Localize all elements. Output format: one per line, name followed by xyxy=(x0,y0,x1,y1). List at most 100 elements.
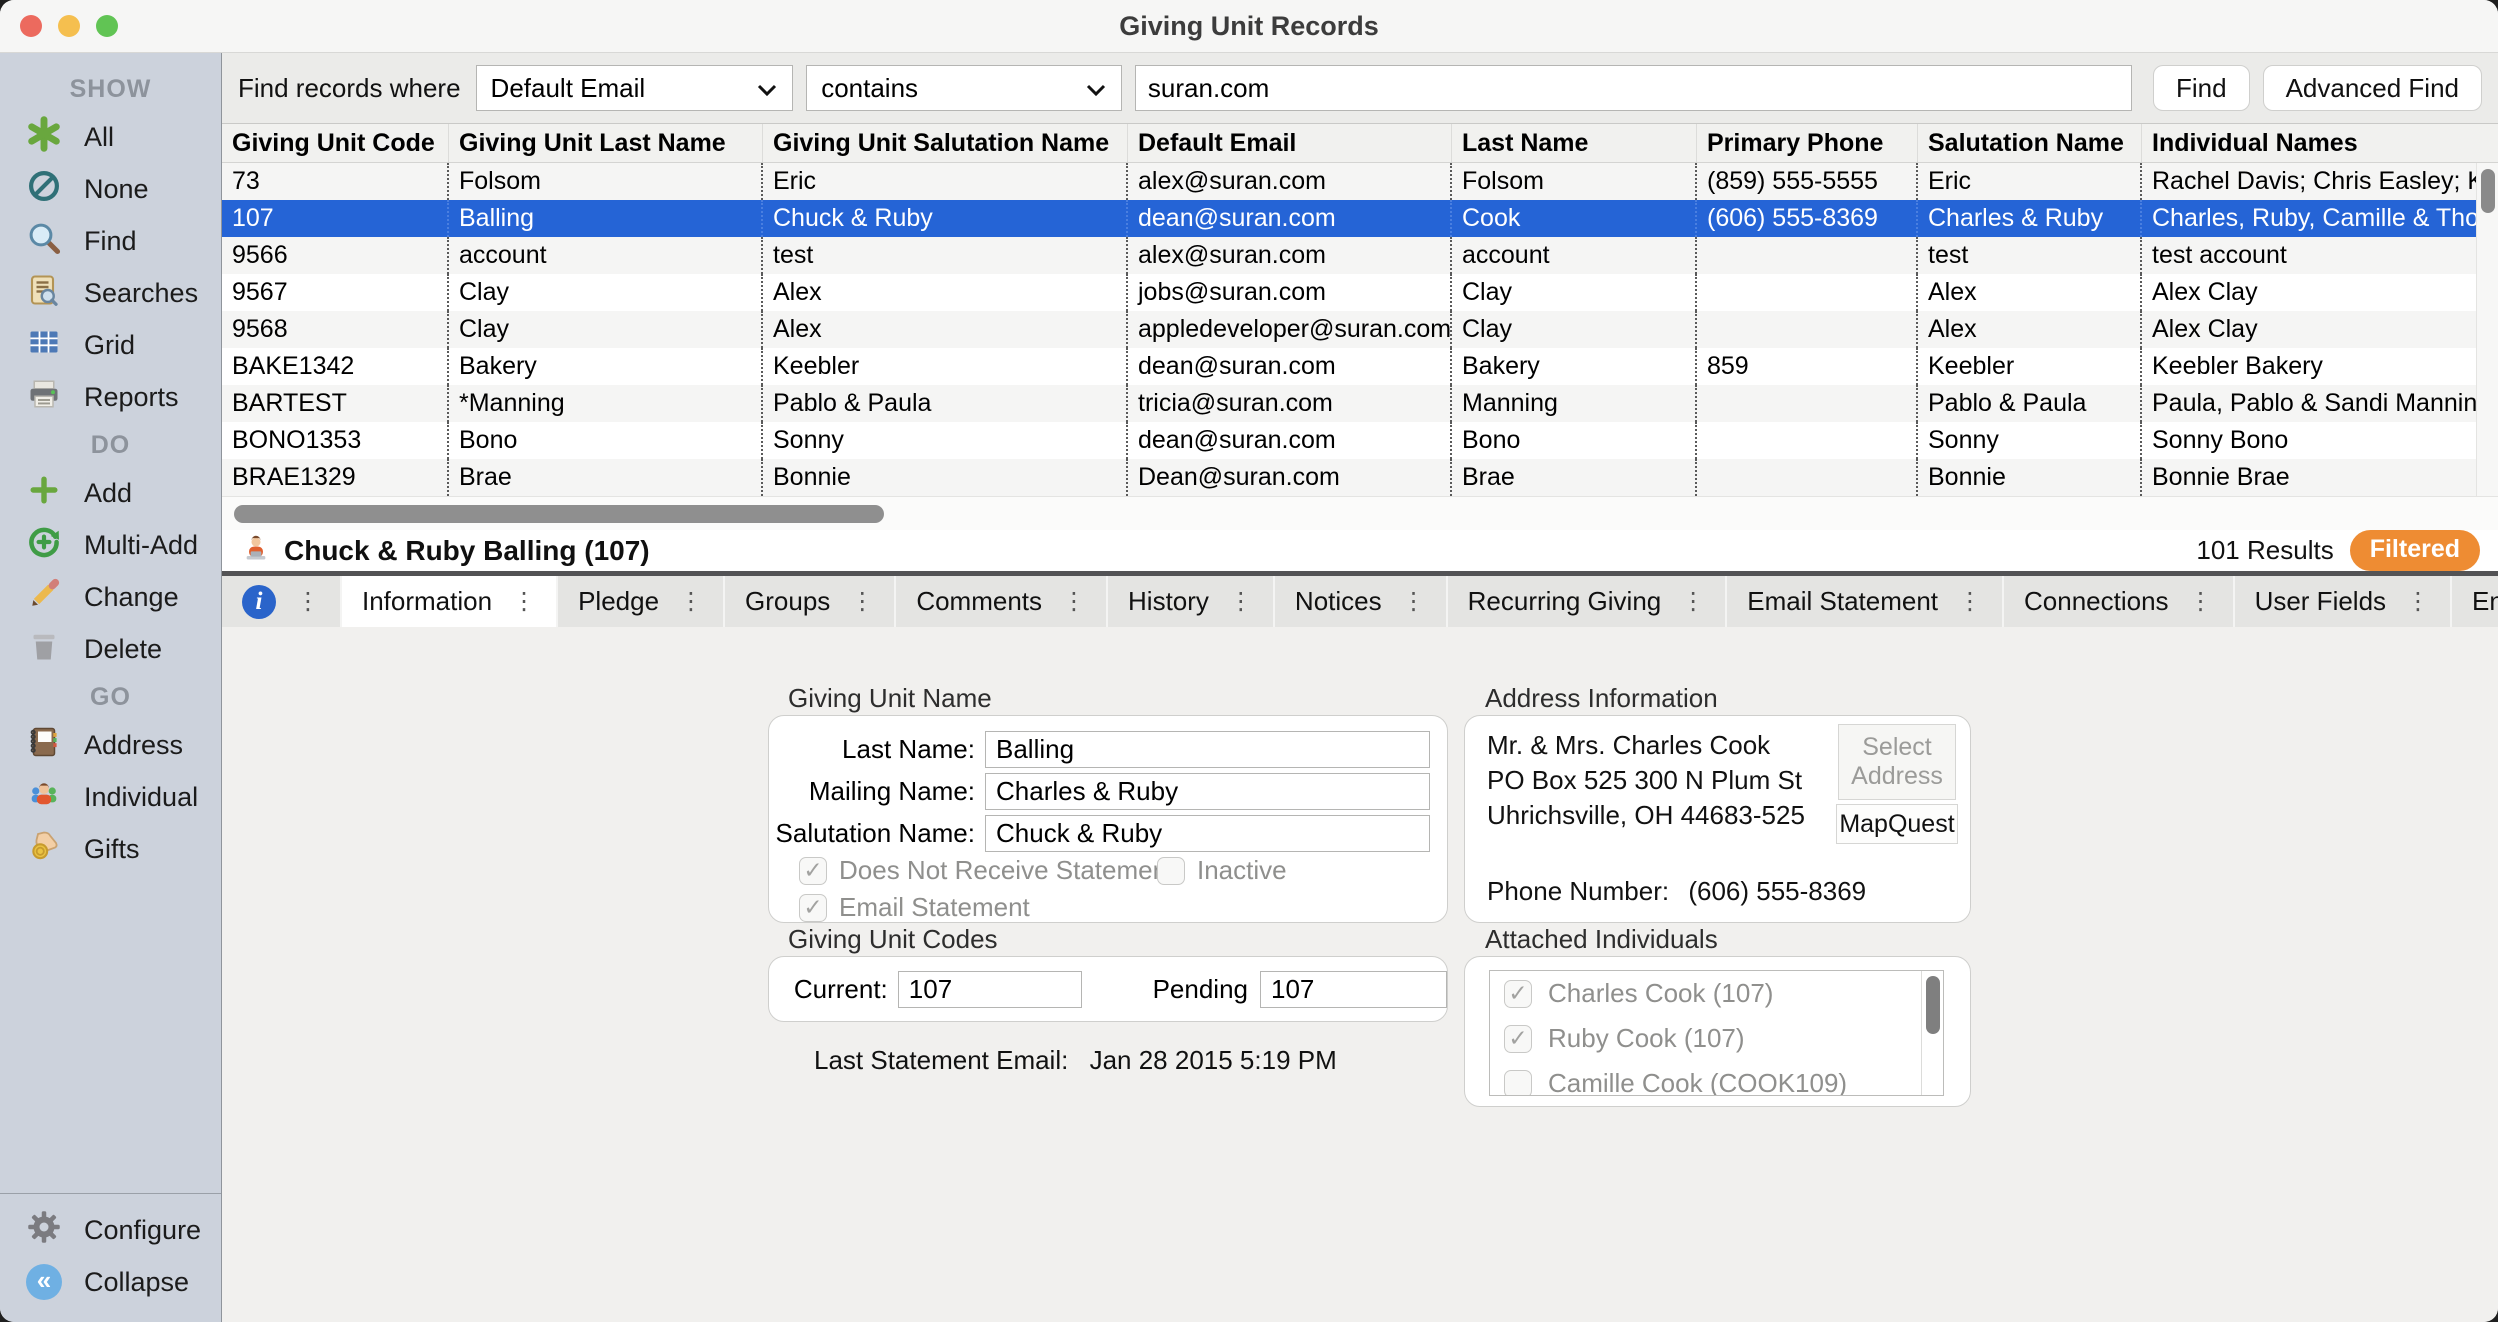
table-row[interactable]: 9568ClayAlexappledeveloper@suran.comClay… xyxy=(222,311,2498,348)
mapquest-button[interactable]: MapQuest xyxy=(1836,804,1958,844)
column-header[interactable]: Individual Names xyxy=(2142,124,2498,162)
list-item[interactable]: Camille Cook (COOK109) xyxy=(1490,1061,1943,1096)
tab-history[interactable]: History⋮ xyxy=(1108,576,1275,627)
table-row[interactable]: BARTEST*ManningPablo & Paulatricia@suran… xyxy=(222,385,2498,422)
sidebar-item-delete[interactable]: Delete xyxy=(0,623,221,675)
results-count: 101 Results xyxy=(2196,535,2333,566)
zoom-button[interactable] xyxy=(96,15,118,37)
table-row[interactable]: 9567ClayAlexjobs@suran.comClayAlexAlex C… xyxy=(222,274,2498,311)
column-header[interactable]: Giving Unit Salutation Name xyxy=(763,124,1128,162)
column-header[interactable]: Last Name xyxy=(1452,124,1697,162)
tab-user-fields[interactable]: User Fields⋮ xyxy=(2235,576,2452,627)
tab-menu-icon[interactable]: ⋮ xyxy=(679,587,703,616)
table-cell xyxy=(1697,459,1918,496)
table-cell: Pablo & Paula xyxy=(763,385,1128,422)
last-name-field[interactable] xyxy=(985,731,1430,768)
table-cell: Charles & Ruby xyxy=(1918,200,2142,237)
tab-menu-icon[interactable]: ⋮ xyxy=(1958,587,1982,616)
tab-menu-icon[interactable]: ⋮ xyxy=(2406,587,2430,616)
tab-pledge[interactable]: Pledge⋮ xyxy=(558,576,725,627)
column-header[interactable]: Primary Phone xyxy=(1697,124,1918,162)
sidebar-section-go: GO xyxy=(0,675,221,719)
table-cell: appledeveloper@suran.com xyxy=(1128,311,1452,348)
salutation-name-field[interactable] xyxy=(985,815,1430,852)
sidebar-item-add[interactable]: Add xyxy=(0,467,221,519)
search-input[interactable] xyxy=(1135,65,2132,111)
tab-groups[interactable]: Groups⋮ xyxy=(725,576,896,627)
table-row[interactable]: 73FolsomEricalex@suran.comFolsom(859) 55… xyxy=(222,163,2498,200)
tab-menu-icon[interactable]: ⋮ xyxy=(512,587,536,616)
find-toolbar: Find records where Default Email contain… xyxy=(222,53,2498,124)
tab-menu-icon[interactable]: ⋮ xyxy=(1229,587,1253,616)
tab-information[interactable]: Information⋮ xyxy=(342,576,558,627)
table-row-selected[interactable]: 107BallingChuck & Rubydean@suran.comCook… xyxy=(222,200,2498,237)
list-scrollbar-thumb[interactable] xyxy=(1926,976,1940,1034)
horizontal-scrollbar-thumb[interactable] xyxy=(234,505,884,523)
list-item[interactable]: ✓ Charles Cook (107) xyxy=(1490,971,1943,1016)
filtered-badge[interactable]: Filtered xyxy=(2350,530,2480,571)
table-row[interactable]: BONO1353BonoSonnydean@suran.comBonoSonny… xyxy=(222,422,2498,459)
tab-menu-icon[interactable]: ⋮ xyxy=(1402,587,1426,616)
column-header[interactable]: Giving Unit Last Name xyxy=(449,124,763,162)
tab-connections[interactable]: Connections⋮ xyxy=(2004,576,2235,627)
tab-email-statement[interactable]: Email Statement⋮ xyxy=(1727,576,2004,627)
sidebar-item-find[interactable]: Find xyxy=(0,215,221,267)
column-header[interactable]: Salutation Name xyxy=(1918,124,2142,162)
close-button[interactable] xyxy=(20,15,42,37)
table-cell: Folsom xyxy=(449,163,763,200)
sidebar-item-grid[interactable]: Grid xyxy=(0,319,221,371)
tab-info[interactable]: i⋮ xyxy=(222,576,342,627)
mailing-name-field[interactable] xyxy=(985,773,1430,810)
info-icon: i xyxy=(242,585,276,619)
table-cell: Sonny Bono xyxy=(2142,422,2498,459)
tab-menu-icon[interactable]: ⋮ xyxy=(850,587,874,616)
current-code-field[interactable] xyxy=(898,971,1082,1008)
sidebar-item-collapse[interactable]: « Collapse xyxy=(0,1256,221,1308)
vertical-scrollbar-thumb[interactable] xyxy=(2481,169,2495,213)
sidebar-item-address[interactable]: Address xyxy=(0,719,221,771)
address-information-section-label: Address Information xyxy=(1485,683,1718,714)
field-select[interactable]: Default Email xyxy=(476,65,794,111)
column-header[interactable]: Default Email xyxy=(1128,124,1452,162)
email-statement-label: Email Statement xyxy=(839,892,1030,923)
list-scrollbar[interactable] xyxy=(1921,971,1943,1095)
advanced-find-button[interactable]: Advanced Find xyxy=(2263,65,2482,111)
address-line: Uhrichsville, OH 44683-525 xyxy=(1487,798,1805,833)
table-cell: Eric xyxy=(1918,163,2142,200)
table-cell: Brae xyxy=(1452,459,1697,496)
tab-engage[interactable]: Engage⋮ xyxy=(2452,576,2498,627)
tab-recurring-giving[interactable]: Recurring Giving⋮ xyxy=(1448,576,1728,627)
table-row[interactable]: 9566accounttestalex@suran.comaccounttest… xyxy=(222,237,2498,274)
horizontal-scrollbar[interactable] xyxy=(222,496,2498,530)
sidebar-item-all[interactable]: All xyxy=(0,111,221,163)
find-button[interactable]: Find xyxy=(2153,65,2250,111)
select-address-button: Select Address xyxy=(1838,724,1956,800)
tab-menu-icon[interactable]: ⋮ xyxy=(296,587,320,616)
sidebar-item-gifts[interactable]: Gifts xyxy=(0,823,221,875)
tab-menu-icon[interactable]: ⋮ xyxy=(2189,587,2213,616)
table-row[interactable]: BRAE1329BraeBonnieDean@suran.comBraeBonn… xyxy=(222,459,2498,496)
sidebar-item-change[interactable]: Change xyxy=(0,571,221,623)
table-row[interactable]: BAKE1342BakeryKeeblerdean@suran.comBaker… xyxy=(222,348,2498,385)
table-cell: Sonny xyxy=(1918,422,2142,459)
tab-comments[interactable]: Comments⋮ xyxy=(896,576,1108,627)
sidebar-item-configure[interactable]: Configure xyxy=(0,1204,221,1256)
tab-notices[interactable]: Notices⋮ xyxy=(1275,576,1448,627)
sidebar-item-individual[interactable]: Individual xyxy=(0,771,221,823)
record-title: Chuck & Ruby Balling (107) xyxy=(284,535,650,567)
sidebar-item-reports[interactable]: Reports xyxy=(0,371,221,423)
pending-code-field[interactable] xyxy=(1260,971,1447,1008)
list-item[interactable]: ✓ Ruby Cook (107) xyxy=(1490,1016,1943,1061)
tab-menu-icon[interactable]: ⋮ xyxy=(1062,587,1086,616)
sidebar-item-none[interactable]: None xyxy=(0,163,221,215)
table-cell: Sonny xyxy=(763,422,1128,459)
table-cell xyxy=(1697,237,1918,274)
column-header[interactable]: Giving Unit Code^ xyxy=(222,124,449,162)
vertical-scrollbar[interactable] xyxy=(2476,163,2498,496)
table-cell: Bono xyxy=(1452,422,1697,459)
operator-select[interactable]: contains xyxy=(806,65,1122,111)
tab-menu-icon[interactable]: ⋮ xyxy=(1681,587,1705,616)
minimize-button[interactable] xyxy=(58,15,80,37)
sidebar-item-multi-add[interactable]: Multi-Add xyxy=(0,519,221,571)
sidebar-item-searches[interactable]: Searches xyxy=(0,267,221,319)
